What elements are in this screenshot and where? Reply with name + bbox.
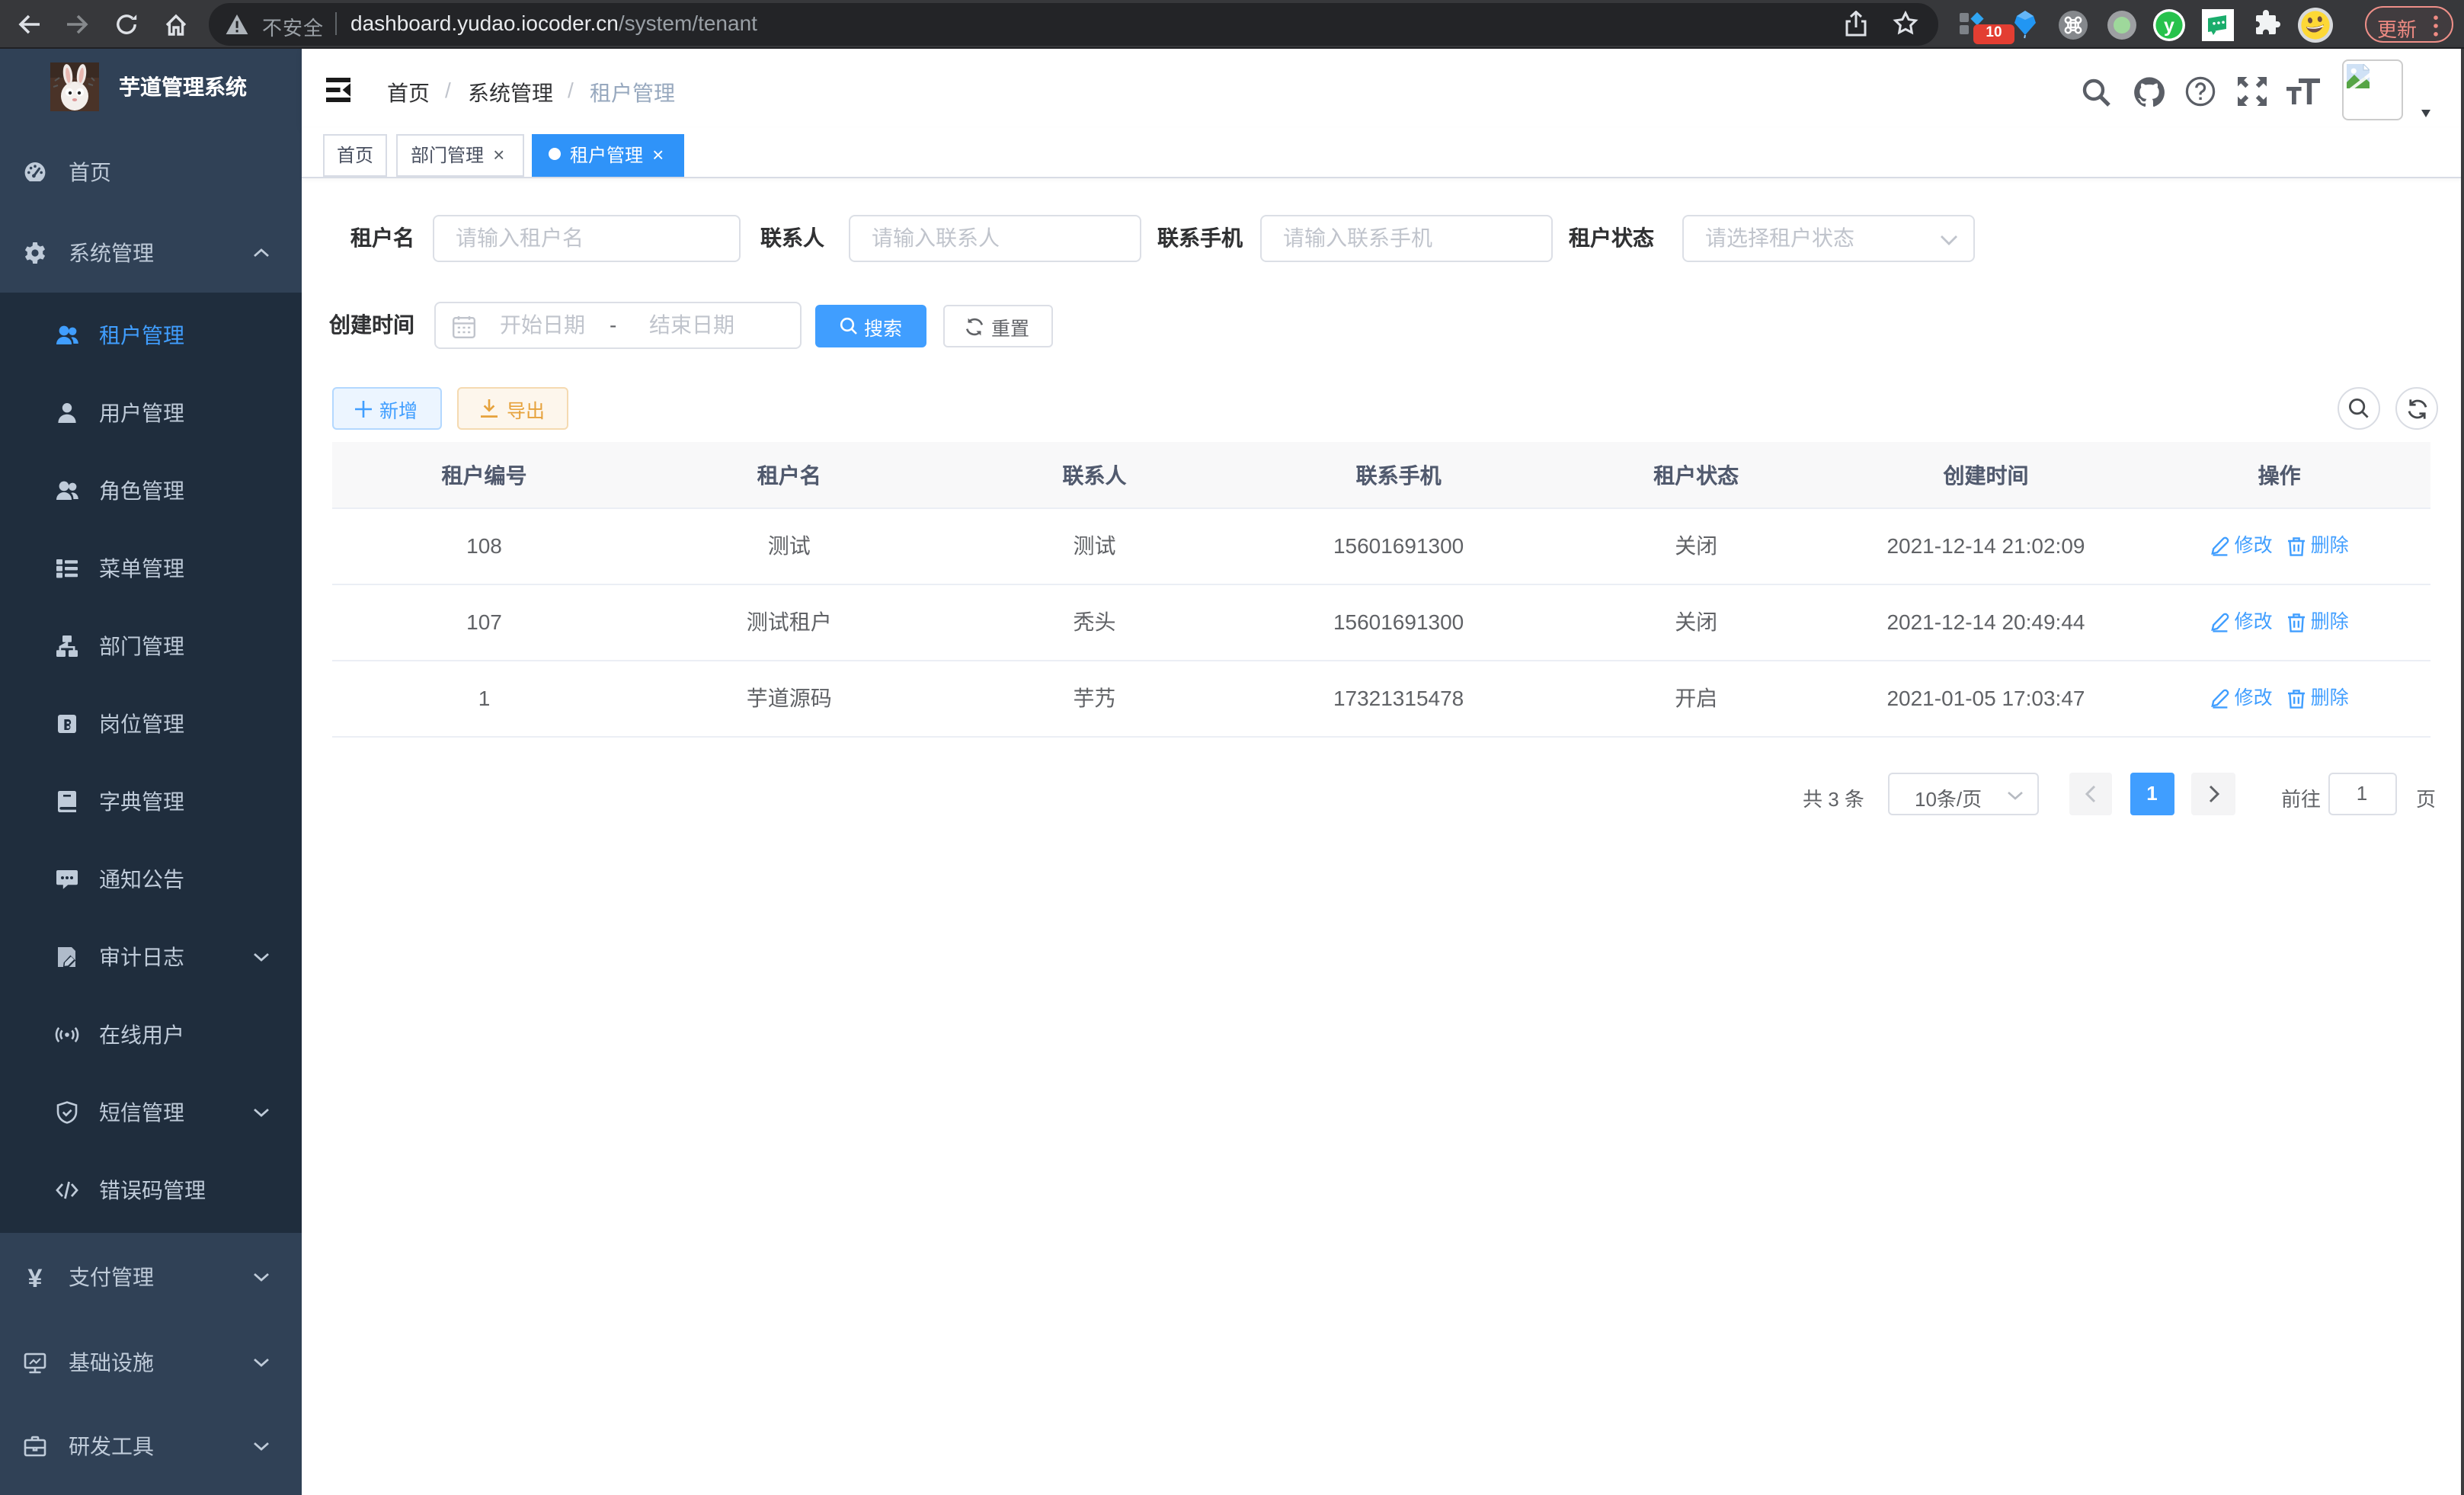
svg-text:y: y [2164, 14, 2174, 36]
svg-text:¥: ¥ [28, 1265, 43, 1289]
